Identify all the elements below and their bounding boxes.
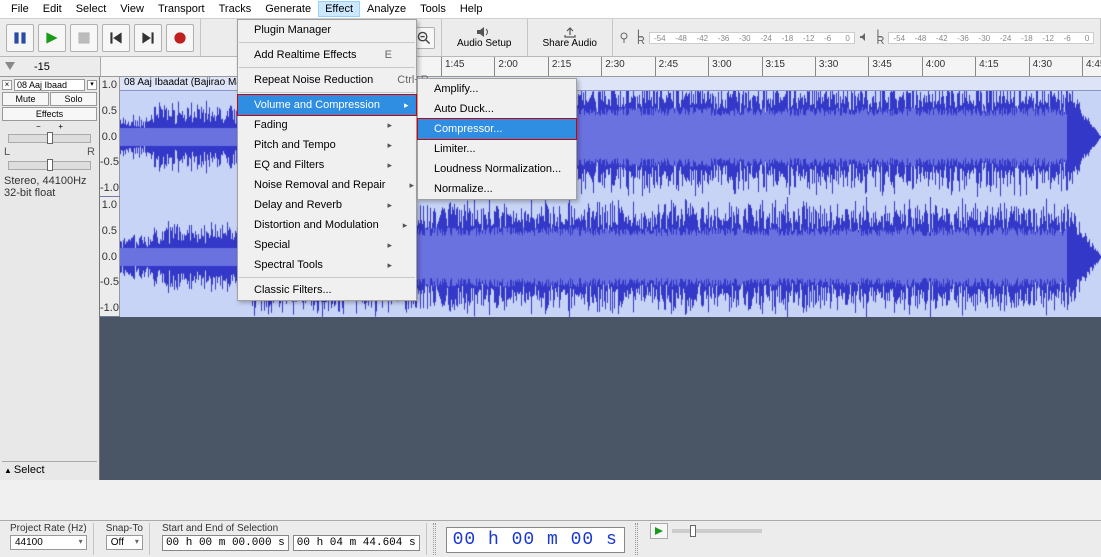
share-icon	[563, 26, 577, 38]
record-button[interactable]	[166, 24, 194, 52]
share-audio-button[interactable]: Share Audio	[534, 22, 607, 54]
playback-meter[interactable]: -54-48-42-36-30-24-18-12-60	[888, 32, 1094, 44]
menu-effect[interactable]: Effect	[318, 1, 360, 17]
selection-end[interactable]: 00 h 04 m 44.604 s	[293, 535, 420, 551]
timeline[interactable]: -15 1:452:002:152:302:453:003:153:303:45…	[0, 57, 1101, 77]
volume-compression-submenu[interactable]: Amplify...Auto Duck...Compressor...Limit…	[417, 78, 577, 200]
solo-button[interactable]: Solo	[50, 92, 97, 106]
menu-analyze[interactable]: Analyze	[360, 1, 413, 17]
track-control-panel[interactable]: × 08 Aaj Ibaad ▾ Mute Solo Effects − + L…	[0, 77, 100, 480]
amplitude-scale: 1.00.50.0-0.5-1.0	[100, 77, 120, 196]
track-name[interactable]: 08 Aaj Ibaad	[14, 79, 85, 91]
record-meter[interactable]: -54-48-42-36-30-24-18-12-60	[649, 32, 855, 44]
volume-submenu-item[interactable]: Normalize...	[418, 179, 576, 199]
mic-icon	[619, 31, 633, 45]
effect-menu-item[interactable]: Distortion and Modulation▸	[238, 215, 416, 235]
menu-generate[interactable]: Generate	[258, 1, 318, 17]
menu-transport[interactable]: Transport	[151, 1, 212, 17]
amplitude-scale: 1.00.50.0-0.5-1.0	[100, 197, 120, 316]
share-audio-label: Share Audio	[543, 38, 598, 49]
pin-icon[interactable]	[4, 61, 16, 73]
menu-view[interactable]: View	[113, 1, 151, 17]
snap-to-label: Snap-To	[106, 523, 143, 534]
menu-edit[interactable]: Edit	[36, 1, 69, 17]
menu-tracks[interactable]: Tracks	[212, 1, 259, 17]
snap-to-select[interactable]: Off	[106, 535, 143, 550]
speaker-icon	[476, 26, 492, 38]
track-menu-button[interactable]: ▾	[87, 80, 97, 90]
play-speed-button[interactable]	[650, 523, 668, 539]
menu-file[interactable]: File	[4, 1, 36, 17]
effect-menu-item[interactable]: Fading▸	[238, 115, 416, 135]
timeline-origin: -15	[34, 61, 50, 73]
effect-menu-item[interactable]: Pitch and Tempo▸	[238, 135, 416, 155]
play-speed-slider[interactable]	[672, 529, 762, 533]
effect-menu-item[interactable]: Plugin Manager	[238, 20, 416, 40]
mute-button[interactable]: Mute	[2, 92, 49, 106]
volume-submenu-item[interactable]: Limiter...	[418, 139, 576, 159]
stop-button[interactable]	[70, 24, 98, 52]
effect-menu-item[interactable]: Noise Removal and Repair▸	[238, 175, 416, 195]
menu-tools[interactable]: Tools	[413, 1, 453, 17]
menu-select[interactable]: Select	[69, 1, 114, 17]
audio-setup-label: Audio Setup	[457, 38, 512, 49]
effect-menu[interactable]: Plugin Manager Add Realtime EffectsE Repea…	[237, 19, 417, 301]
close-track-button[interactable]: ×	[2, 80, 12, 90]
volume-submenu-item[interactable]: Auto Duck...	[418, 99, 576, 119]
skip-start-button[interactable]	[102, 24, 130, 52]
meter-lr-label: LR	[637, 31, 645, 45]
toolbar: Audio Setup Share Audio LR -54-48-42-36-…	[0, 19, 1101, 57]
effect-menu-item[interactable]: Delay and Reverb▸	[238, 195, 416, 215]
effect-menu-item[interactable]: Repeat Noise ReductionCtrl+R	[238, 70, 416, 90]
meter-lr-label: LR	[877, 31, 885, 45]
play-button[interactable]	[38, 24, 66, 52]
project-rate-select[interactable]: 44100	[10, 535, 87, 550]
speaker-icon	[859, 31, 873, 45]
pan-slider[interactable]	[8, 161, 91, 170]
play-at-speed[interactable]	[644, 523, 768, 539]
menu-help[interactable]: Help	[453, 1, 490, 17]
select-button[interactable]: Select	[14, 464, 45, 476]
pause-button[interactable]	[6, 24, 34, 52]
volume-submenu-item[interactable]: Compressor...	[417, 118, 577, 140]
effect-menu-item[interactable]: Classic Filters...	[238, 280, 416, 300]
track-format-info: Stereo, 44100Hz 32-bit float	[2, 173, 97, 201]
selection-start[interactable]: 00 h 00 m 00.000 s	[162, 535, 289, 551]
menubar[interactable]: FileEditSelectViewTransportTracksGenerat…	[0, 0, 1101, 19]
skip-end-button[interactable]	[134, 24, 162, 52]
effect-menu-item[interactable]: Add Realtime EffectsE	[238, 45, 416, 65]
volume-submenu-item[interactable]: Amplify...	[418, 79, 576, 99]
gain-slider[interactable]	[8, 134, 91, 143]
audio-setup-button[interactable]: Audio Setup	[448, 22, 521, 54]
project-rate-label: Project Rate (Hz)	[10, 523, 87, 534]
effects-button[interactable]: Effects	[2, 107, 97, 121]
effect-menu-item[interactable]: Spectral Tools▸	[238, 255, 416, 275]
effect-menu-item[interactable]: Volume and Compression▸	[237, 94, 417, 116]
selection-label: Start and End of Selection	[162, 523, 420, 534]
bottom-toolbar: Project Rate (Hz) 44100 Snap-To Off Star…	[0, 520, 1101, 557]
volume-submenu-item[interactable]: Loudness Normalization...	[418, 159, 576, 179]
collapse-button[interactable]: ▲	[4, 466, 12, 475]
effect-menu-item[interactable]: EQ and Filters▸	[238, 155, 416, 175]
effect-menu-item[interactable]: Special▸	[238, 235, 416, 255]
audio-position[interactable]: 00 h 00 m 00 s	[446, 527, 625, 553]
